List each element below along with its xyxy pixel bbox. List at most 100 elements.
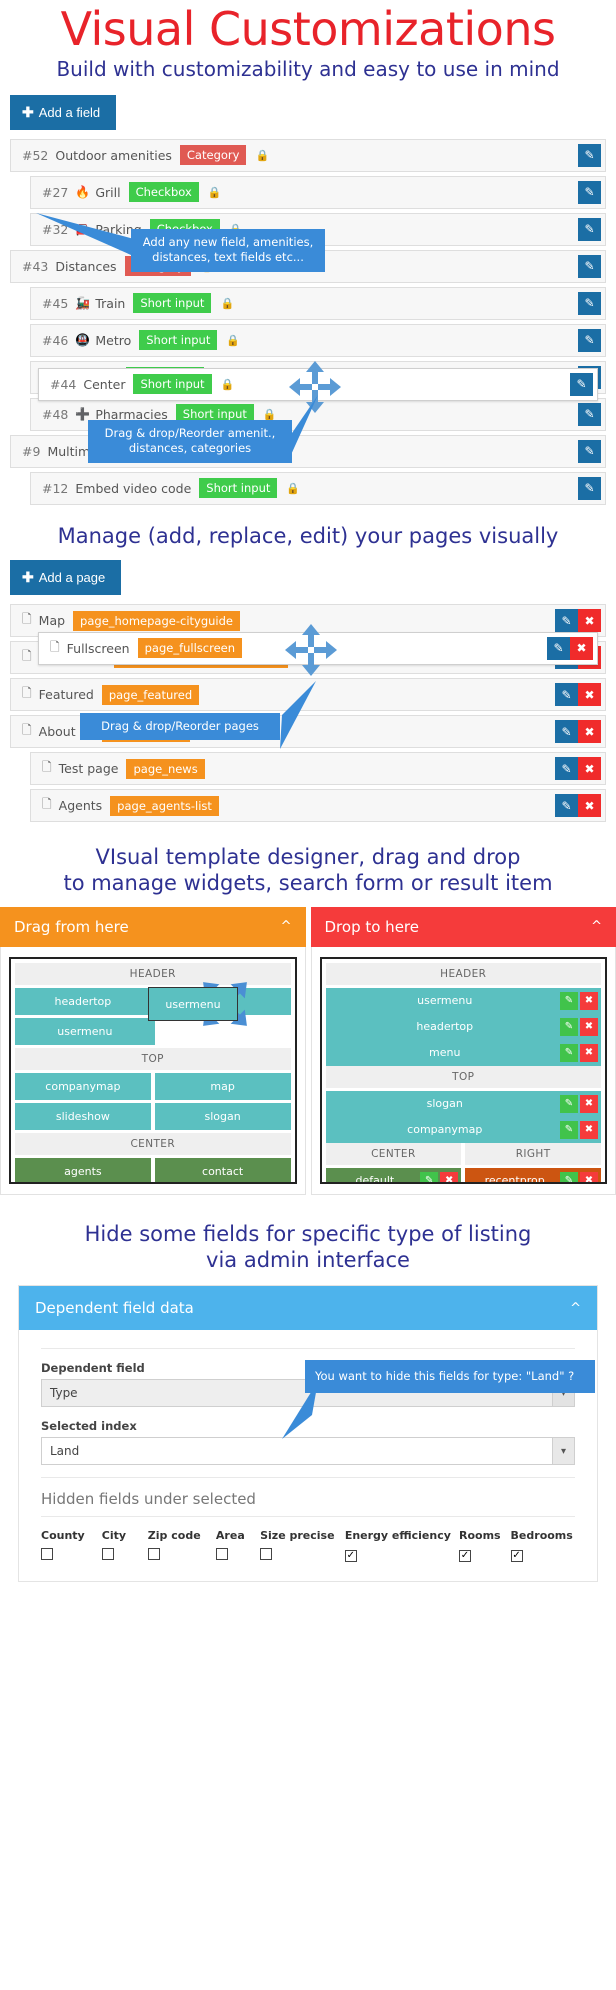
dragged-widget-chip[interactable]: usermenu: [148, 987, 238, 1021]
edit-icon[interactable]: ✎: [578, 292, 601, 315]
dependent-field-card-header[interactable]: Dependent field data ^: [19, 1286, 597, 1330]
widget-chip[interactable]: slogan: [155, 1103, 291, 1130]
close-icon[interactable]: ✖: [578, 794, 601, 817]
widget-chip[interactable]: usermenu✎✖: [326, 988, 602, 1014]
row-actions: ✎ ✖: [547, 637, 593, 660]
edit-icon[interactable]: ✎: [555, 720, 578, 743]
field-type-tag: Short input: [199, 478, 277, 498]
page-file-icon: 🗋: [50, 638, 60, 659]
hidden-field-checkbox-cell: [102, 1548, 148, 1563]
close-icon[interactable]: ✖: [578, 757, 601, 780]
checkbox[interactable]: [41, 1548, 53, 1560]
widget-chip[interactable]: slideshow: [15, 1103, 151, 1130]
edit-icon[interactable]: ✎: [555, 683, 578, 706]
edit-icon[interactable]: ✎: [578, 255, 601, 278]
chevron-up-icon[interactable]: ^: [570, 1301, 581, 1316]
row-actions: ✎✖: [555, 794, 601, 817]
drop-to-panel-body: HEADERusermenu✎✖headertop✎✖menu✎✖TOPslog…: [311, 947, 616, 1195]
field-row[interactable]: #46🚇MetroShort input🔒✎: [30, 324, 606, 357]
hero-title: Visual Customizations: [0, 6, 616, 53]
drop-to-panel-header[interactable]: Drop to here ^: [311, 907, 616, 947]
close-icon[interactable]: ✖: [570, 637, 593, 660]
close-icon[interactable]: ✖: [578, 609, 601, 632]
page-name: Map: [39, 613, 65, 628]
pages-section: Manage (add, replace, edit) your pages v…: [0, 523, 616, 822]
checkbox[interactable]: [216, 1548, 228, 1560]
add-a-field-button[interactable]: ✚Add a field: [10, 95, 116, 130]
edit-icon[interactable]: ✎: [420, 1172, 438, 1184]
edit-icon[interactable]: ✎: [560, 992, 578, 1010]
checkbox[interactable]: ✓: [511, 1550, 523, 1562]
widget-chip[interactable]: usermenu: [15, 1018, 155, 1045]
edit-icon[interactable]: ✎: [547, 637, 570, 660]
edit-icon[interactable]: ✎: [570, 373, 593, 396]
close-icon[interactable]: ✖: [580, 992, 598, 1010]
close-icon[interactable]: ✖: [580, 1095, 598, 1113]
close-icon[interactable]: ✖: [580, 1172, 598, 1184]
close-icon[interactable]: ✖: [578, 683, 601, 706]
page-row[interactable]: 🗋Agentspage_agents-list✎✖: [30, 789, 606, 822]
field-row[interactable]: #27🔥GrillCheckbox🔒✎: [30, 176, 606, 209]
hidden-field-column-label: Area: [216, 1529, 260, 1542]
checkbox[interactable]: [102, 1548, 114, 1560]
edit-icon[interactable]: ✎: [578, 440, 601, 463]
checkbox[interactable]: ✓: [345, 1550, 357, 1562]
edit-icon[interactable]: ✎: [578, 403, 601, 426]
field-row[interactable]: #45🚂TrainShort input🔒✎: [30, 287, 606, 320]
drag-reorder-callout-fields: Drag & drop/Reorder amenit., distances, …: [88, 420, 292, 463]
widget-chip[interactable]: headertop✎✖: [326, 1014, 602, 1040]
edit-icon[interactable]: ✎: [578, 218, 601, 241]
edit-icon[interactable]: ✎: [555, 757, 578, 780]
edit-icon[interactable]: ✎: [560, 1018, 578, 1036]
page-name: Fullscreen: [67, 641, 130, 656]
widget-chip[interactable]: companymap✎✖: [326, 1117, 602, 1143]
widget-chip[interactable]: contact: [155, 1158, 291, 1184]
widget-chip[interactable]: map: [155, 1073, 291, 1100]
checkbox[interactable]: [260, 1548, 272, 1560]
widget-chip[interactable]: recentprop✎✖: [465, 1168, 601, 1184]
chevron-up-icon[interactable]: ^: [281, 919, 292, 934]
edit-icon[interactable]: ✎: [578, 144, 601, 167]
widget-chip[interactable]: menu✎✖: [326, 1040, 602, 1066]
chevron-down-icon[interactable]: ▾: [552, 1438, 574, 1464]
page-slug-tag: page_homepage-cityguide: [73, 611, 240, 631]
field-row[interactable]: #52Outdoor amenitiesCategory🔒✎: [10, 139, 606, 172]
add-a-page-button[interactable]: ✚Add a page: [10, 560, 121, 595]
close-icon[interactable]: ✖: [578, 720, 601, 743]
edit-icon[interactable]: ✎: [560, 1044, 578, 1062]
widget-chip[interactable]: companymap: [15, 1073, 151, 1100]
widget-chip[interactable]: headertop: [15, 988, 151, 1015]
edit-icon[interactable]: ✎: [578, 329, 601, 352]
page-row[interactable]: 🗋Test pagepage_news✎✖: [30, 752, 606, 785]
template-zone-label: CENTER: [326, 1143, 462, 1165]
close-icon[interactable]: ✖: [580, 1121, 598, 1139]
widget-label: default: [334, 1174, 417, 1184]
page-name: Featured: [39, 687, 94, 702]
close-icon[interactable]: ✖: [440, 1172, 458, 1184]
edit-icon[interactable]: ✎: [560, 1172, 578, 1184]
checkbox[interactable]: ✓: [459, 1550, 471, 1562]
close-icon[interactable]: ✖: [580, 1044, 598, 1062]
edit-icon[interactable]: ✎: [555, 609, 578, 632]
edit-icon[interactable]: ✎: [578, 477, 601, 500]
edit-icon[interactable]: ✎: [560, 1121, 578, 1139]
chevron-up-icon[interactable]: ^: [591, 919, 602, 934]
row-actions: ✎: [578, 440, 601, 463]
drag-from-panel-header[interactable]: Drag from here ^: [0, 907, 306, 947]
checkbox[interactable]: [148, 1548, 160, 1560]
drag-handle-arrow-pages[interactable]: [284, 623, 338, 681]
close-icon[interactable]: ✖: [580, 1018, 598, 1036]
drop-to-panel-title: Drop to here: [325, 918, 419, 936]
add-field-callout-tail: [36, 213, 146, 255]
widget-chip[interactable]: agents: [15, 1158, 151, 1184]
edit-icon[interactable]: ✎: [578, 181, 601, 204]
edit-icon[interactable]: ✎: [560, 1095, 578, 1113]
hidden-field-checkbox-cell: [41, 1548, 102, 1563]
widget-chip[interactable]: slogan✎✖: [326, 1091, 602, 1117]
widget-chip[interactable]: default✎✖: [326, 1168, 462, 1184]
edit-icon[interactable]: ✎: [555, 794, 578, 817]
lock-icon: 🔒: [220, 297, 234, 310]
field-id: #44: [50, 377, 76, 392]
field-row[interactable]: #12Embed video codeShort input🔒✎: [30, 472, 606, 505]
field-type-tag: Checkbox: [129, 182, 199, 202]
